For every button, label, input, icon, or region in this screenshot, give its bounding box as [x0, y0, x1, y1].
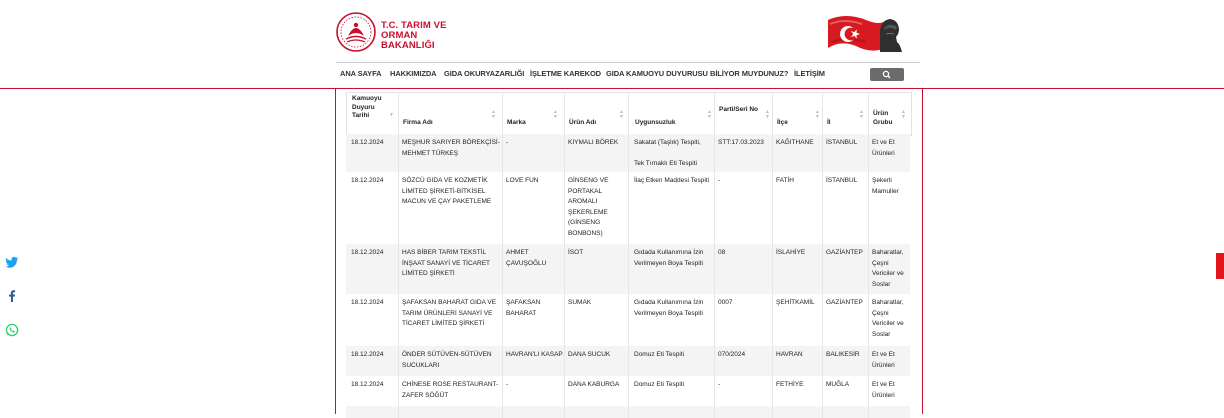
sort-icon[interactable]: ▲ ▼ — [859, 110, 864, 120]
row-province: BALIKESİR — [826, 351, 860, 358]
row-brand: HAVRAN'LI KASAP — [506, 351, 563, 358]
row-date: 18.12.2024 — [351, 177, 384, 184]
search-icon — [882, 70, 891, 79]
nav-food-literacy[interactable]: GIDA OKURYAZARLIĞI — [444, 69, 524, 78]
ministry-name: T.C. TARIM VE ORMAN BAKANLIĞI — [381, 21, 466, 51]
row-district: FETHİYE — [776, 381, 804, 388]
row-company: ÖNDER SÜTÜVEN-SÜTÜVEN SUCUKLARI — [402, 351, 492, 369]
row-nonconformity: Gıdada Kullanımına İzin Verilmeyen Boya … — [634, 299, 704, 317]
row-company: HAS BİBER TARIM TEKSTİL İNŞAAT SANAYİ VE… — [402, 249, 490, 277]
twitter-icon[interactable] — [4, 254, 20, 270]
row-province: İSTANBUL — [826, 139, 858, 146]
sort-icon[interactable]: ▲ ▼ — [901, 110, 906, 120]
main-navigation: ANA SAYFA HAKKIMIZDA GIDA OKURYAZARLIĞI … — [336, 62, 920, 85]
row-nonconformity: Gıdada Kullanımına İzin Verilmeyen Boya … — [634, 249, 704, 267]
ministry-logo[interactable]: T.C. TARIM VE ORMAN BAKANLIĞI — [336, 12, 466, 54]
ministry-name-line2: ORMAN BAKANLIĞI — [381, 30, 435, 51]
row-date: 18.12.2024 — [351, 249, 384, 256]
sort-icon[interactable]: ▲ ▼ — [553, 110, 558, 120]
whatsapp-icon[interactable] — [4, 322, 20, 338]
header-district[interactable]: İlçe — [777, 119, 817, 128]
nav-home[interactable]: ANA SAYFA — [340, 69, 382, 78]
row-lot-number: - — [718, 381, 721, 388]
nav-did-you-know[interactable]: BİLİYOR MUYDUNUZ? — [710, 69, 788, 78]
ministry-emblem-icon — [336, 12, 376, 52]
row-brand: - — [506, 381, 509, 388]
column-divider — [628, 92, 629, 418]
row-company: MEŞHUR SARIYER BÖREKÇİSİ-MEHMET TÜRKEŞ — [402, 139, 500, 157]
sort-icon[interactable]: ▲ ▼ — [765, 110, 770, 120]
row-product-group: Baharatlar, Çeşni Vericiler ve Soslar — [872, 249, 904, 288]
row-date: 18.12.2024 — [351, 381, 384, 388]
row-lot-number: 070/2024 — [718, 351, 746, 358]
row-lot-number: 08 — [718, 249, 726, 256]
sort-desc-icon[interactable]: ▼ — [389, 113, 394, 118]
column-divider — [398, 92, 399, 418]
row-date: 18.12.2024 — [351, 351, 384, 358]
row-province: MUĞLA — [826, 381, 850, 388]
row-nonconformity: Domuz Eti Tespiti — [634, 351, 685, 358]
table-header: Kamuoyu Duyuru Tarihi Firma Adı Marka Ür… — [346, 92, 912, 136]
row-district: FATİH — [776, 177, 794, 184]
header-product[interactable]: Ürün Adı — [569, 119, 619, 128]
row-lot-number: 0007 — [718, 299, 733, 306]
row-company: ŞAFAKSAN BAHARAT GIDA VE TARIM ÜRÜNLERİ … — [402, 299, 497, 327]
header-company[interactable]: Firma Adı — [403, 119, 493, 128]
row-product-group: Et ve Et Ürünleri — [872, 139, 895, 157]
row-nonconformity: Sakatat (Taşlık) Tespiti, Tek Tırnaklı E… — [634, 139, 701, 167]
row-nonconformity: Domuz Eti Tespiti — [634, 381, 685, 388]
row-company: CHİNESE ROSE RESTAURANT-ZAFER SÖĞÜT — [402, 381, 499, 399]
header-province[interactable]: İl — [827, 119, 857, 128]
row-product: GİNSENG VE PORTAKAL AROMALI ŞEKERLEME (G… — [568, 177, 609, 237]
search-button[interactable] — [870, 68, 904, 81]
row-company: SÖZCÜ GIDA VE KOZMETİK LİMİTED ŞİRKETİ-B… — [402, 177, 492, 205]
row-brand: AHMET ÇAVUŞOĞLU — [506, 249, 547, 267]
sort-icon[interactable]: ▲ ▼ — [707, 110, 712, 120]
row-product: DANA SUCUK — [568, 351, 611, 358]
row-brand: LOVE FUN — [506, 177, 539, 184]
nav-contact[interactable]: İLETİŞİM — [794, 69, 825, 78]
row-date: 18.12.2024 — [351, 299, 384, 306]
header-brand[interactable]: Marka — [507, 119, 557, 128]
nav-business-qrcode[interactable]: İŞLETME KAREKOD — [530, 69, 601, 78]
row-product-group: Et ve Et Ürünleri — [872, 381, 895, 399]
row-product-group: Şekerli Mamuller — [872, 177, 899, 195]
row-brand: ŞAFAKSAN BAHARAT — [506, 299, 541, 317]
row-brand: - — [506, 139, 509, 146]
row-district: KAĞITHANE — [776, 139, 814, 146]
row-product: DANA KABURGA — [568, 381, 620, 388]
column-divider — [822, 92, 823, 418]
side-feedback-tab[interactable] — [1216, 253, 1224, 279]
column-divider — [714, 92, 715, 418]
row-lot-number: - — [718, 177, 721, 184]
sort-icon[interactable]: ▲ ▼ — [815, 110, 820, 120]
row-product: SUMAK — [568, 299, 592, 306]
row-district: HAVRAN — [776, 351, 803, 358]
row-product-group: Et ve Et Ürünleri — [872, 351, 895, 369]
column-divider — [868, 92, 869, 418]
sort-icon[interactable]: ▲ ▼ — [491, 110, 496, 120]
row-district: İSLAHİYE — [776, 249, 806, 256]
row-province: İSTANBUL — [826, 177, 858, 184]
row-product-group: Baharatlar, Çeşni Vericiler ve Soslar — [872, 299, 904, 338]
row-nonconformity: İlaç Etken Maddesi Tespiti — [634, 177, 710, 184]
row-lot-number: STT:17.03.2023 — [718, 139, 764, 146]
header-date[interactable]: Kamuoyu Duyuru Tarihi — [352, 95, 392, 121]
sort-icon[interactable]: ▲ ▼ — [619, 110, 624, 120]
header-nonconformity[interactable]: Uygunsuzluk — [635, 119, 710, 128]
row-district: ŞEHİTKAMİL — [776, 299, 815, 306]
row-product: İSOT — [568, 249, 584, 256]
turkish-flag-ataturk-image — [828, 16, 902, 52]
row-date: 18.12.2024 — [351, 139, 384, 146]
row-province: GAZİANTEP — [826, 249, 863, 256]
nav-public-announcement[interactable]: GIDA KAMUOYU DUYURUSU — [606, 69, 708, 78]
column-divider — [502, 92, 503, 418]
column-divider — [564, 92, 565, 418]
header-lot-number[interactable]: Parti/Seri No — [719, 106, 769, 115]
column-divider — [772, 92, 773, 418]
row-province: GAZİANTEP — [826, 299, 863, 306]
facebook-icon[interactable] — [4, 288, 20, 304]
row-product: KIYMALI BÖREK — [568, 139, 619, 146]
nav-about[interactable]: HAKKIMIZDA — [390, 69, 437, 78]
